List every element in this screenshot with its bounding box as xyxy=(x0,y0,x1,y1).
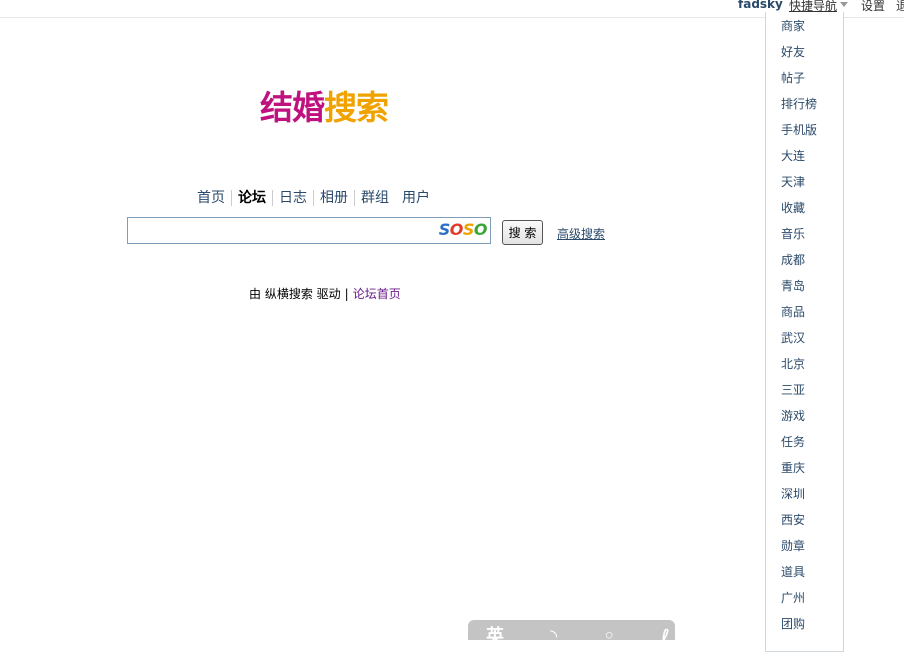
logout-link[interactable]: 退 xyxy=(896,0,904,14)
quick-nav-item[interactable]: 大连 xyxy=(781,149,805,163)
quick-nav-item[interactable]: 三亚 xyxy=(781,383,805,397)
quick-nav-item[interactable]: 排行榜 xyxy=(781,97,817,111)
quick-nav-item[interactable]: 重庆 xyxy=(781,461,805,475)
quick-nav-item[interactable]: 商品 xyxy=(781,305,805,319)
logo-letter: S xyxy=(462,220,475,239)
advanced-search-link[interactable]: 高级搜索 xyxy=(557,225,605,242)
quick-nav-item[interactable]: 任务 xyxy=(781,435,805,449)
powered-by-text: 由 纵横搜索 驱动 xyxy=(249,287,341,301)
quick-nav-item[interactable]: 西安 xyxy=(781,513,805,527)
soso-logo: SOSO xyxy=(438,220,488,239)
tab-user[interactable]: 用户 xyxy=(402,190,430,206)
quick-nav-item[interactable]: 道具 xyxy=(781,565,805,579)
quick-nav-item[interactable]: 北京 xyxy=(781,357,805,371)
quick-nav-item[interactable]: 深圳 xyxy=(781,487,805,501)
quick-nav-dropdown: 商家 好友 帖子 排行榜 手机版 大连 天津 收藏 音乐 成都 青岛 商品 武汉… xyxy=(765,12,844,652)
quick-nav-item[interactable]: 商家 xyxy=(781,19,805,33)
quick-nav-item[interactable]: 音乐 xyxy=(781,227,805,241)
quick-nav-item[interactable]: 团购 xyxy=(781,617,805,631)
quick-nav-item[interactable]: 游戏 xyxy=(781,409,805,423)
quick-nav-item[interactable]: 好友 xyxy=(781,45,805,59)
logo-part-1: 结婚 xyxy=(260,88,325,127)
quick-nav-item[interactable]: 手机版 xyxy=(781,123,817,137)
quick-nav-item[interactable]: 成都 xyxy=(781,253,805,267)
logo-part-2: 搜索 xyxy=(324,88,389,127)
footer-separator: | xyxy=(344,287,349,301)
search-box: SOSO xyxy=(127,217,491,244)
tab-blog[interactable]: 日志 xyxy=(279,190,307,206)
tab-divider xyxy=(313,190,314,206)
settings-link[interactable]: 设置 xyxy=(861,0,885,14)
tab-divider xyxy=(231,190,232,206)
forum-home-link[interactable]: 论坛首页 xyxy=(353,287,401,301)
search-input[interactable] xyxy=(130,220,434,242)
quick-nav-item[interactable]: 武汉 xyxy=(781,331,805,345)
search-button[interactable]: 搜 索 xyxy=(502,220,543,245)
ime-toolbar[interactable]: 英 ◝ ◦ ℓ xyxy=(468,620,675,647)
chevron-down-icon[interactable] xyxy=(840,2,848,7)
quick-nav-item[interactable]: 广州 xyxy=(781,591,805,605)
tab-divider xyxy=(272,190,273,206)
tab-divider xyxy=(395,190,396,206)
quick-nav-item[interactable]: 收藏 xyxy=(781,201,805,215)
quick-nav-item[interactable]: 勋章 xyxy=(781,539,805,553)
logo-letter: S xyxy=(438,220,451,239)
quick-nav-item[interactable]: 青岛 xyxy=(781,279,805,293)
ime-toolbar-icons: 英 ◝ ◦ ℓ xyxy=(486,626,690,647)
tab-divider xyxy=(354,190,355,206)
tab-album[interactable]: 相册 xyxy=(320,190,348,206)
search-scope-tabs: 首页 论坛 日志 相册 群组 用户 xyxy=(197,188,430,208)
logo-letter: O xyxy=(449,220,464,239)
username-link[interactable]: fadsky xyxy=(738,0,783,11)
tab-forum[interactable]: 论坛 xyxy=(238,190,266,206)
tab-group[interactable]: 群组 xyxy=(361,190,389,206)
powered-by: 由 纵横搜索 驱动 | 论坛首页 xyxy=(249,285,401,302)
quick-nav-item[interactable]: 帖子 xyxy=(781,71,805,85)
tab-home[interactable]: 首页 xyxy=(197,190,225,206)
logo-letter: O xyxy=(473,220,488,239)
site-logo[interactable]: 结婚搜索 xyxy=(260,88,389,128)
quick-nav-item[interactable]: 天津 xyxy=(781,175,805,189)
